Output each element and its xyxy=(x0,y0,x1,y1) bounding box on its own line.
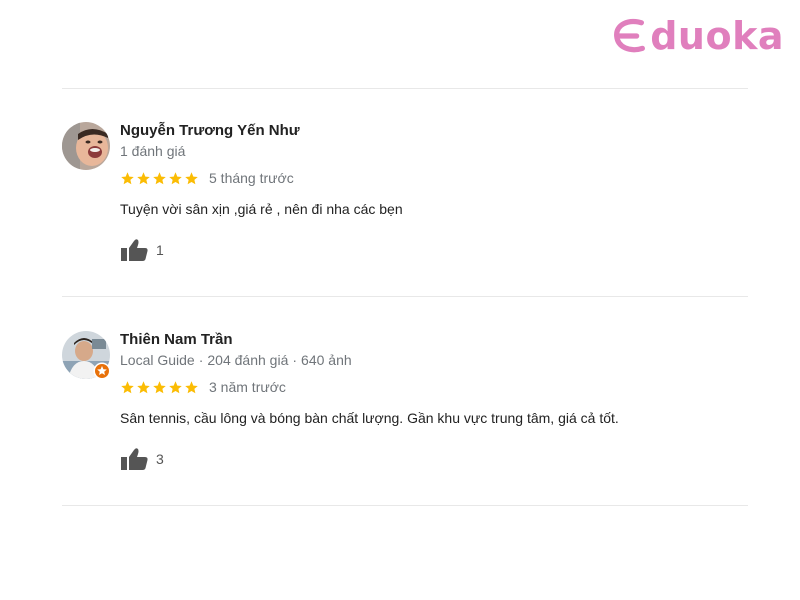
reviewer-avatar[interactable] xyxy=(62,122,110,170)
thumbs-up-icon[interactable] xyxy=(120,447,148,471)
review-body: Thiên Nam Trần Local Guide · 204 đánh giá ·… xyxy=(120,331,740,471)
reviewer-name[interactable]: Thiên Nam Trần xyxy=(120,331,740,349)
star-icon xyxy=(137,171,150,184)
rating-row: 3 năm trước xyxy=(120,379,740,395)
thumbs-up-icon[interactable] xyxy=(120,238,148,262)
divider xyxy=(62,296,748,297)
review-body: Nguyễn Trương Yến Như 1 đánh giá 5 tháng… xyxy=(120,122,740,262)
reviewer-meta: Local Guide · 204 đánh giá · 640 ảnh xyxy=(120,351,740,369)
reviewer-avatar[interactable] xyxy=(62,331,111,380)
review-time: 5 tháng trước xyxy=(209,170,294,186)
meta-separator: · xyxy=(292,352,298,368)
review-text: Tuyện vời sân xịn ,giá rẻ , nên đi nha c… xyxy=(120,201,403,217)
star-rating xyxy=(120,171,200,186)
star-icon xyxy=(185,171,198,184)
logo-text: duoka xyxy=(650,14,784,58)
review-count: 1 đánh giá xyxy=(120,143,186,159)
like-count: 1 xyxy=(156,242,164,258)
local-guide-label: Local Guide xyxy=(120,352,195,368)
star-rating xyxy=(120,380,200,395)
like-row: 3 xyxy=(120,447,740,471)
eduoka-logo: duoka xyxy=(611,14,784,58)
star-icon xyxy=(121,171,134,184)
review-time: 3 năm trước xyxy=(209,379,286,395)
like-row: 1 xyxy=(120,238,740,262)
star-icon xyxy=(169,171,182,184)
star-icon xyxy=(153,171,166,184)
star-icon xyxy=(185,380,198,393)
star-icon xyxy=(137,380,150,393)
eduoka-e-logo-icon xyxy=(614,18,646,53)
review-text: Sân tennis, cầu lông và bóng bàn chất lư… xyxy=(120,410,619,426)
meta-separator: · xyxy=(198,352,204,368)
review-count: 204 đánh giá xyxy=(207,352,289,368)
star-icon xyxy=(121,380,134,393)
reviewer-meta: 1 đánh giá xyxy=(120,142,740,160)
photo-count: 640 ảnh xyxy=(301,352,352,368)
star-icon xyxy=(153,380,166,393)
divider xyxy=(62,505,748,506)
divider xyxy=(62,88,748,89)
user-avatar-photo-icon xyxy=(62,122,110,170)
reviewer-name[interactable]: Nguyễn Trương Yến Như xyxy=(120,122,740,140)
rating-row: 5 tháng trước xyxy=(120,170,740,186)
reviews-page: duoka Nguyễn Trương Yến Như 1 đánh giá 5… xyxy=(0,0,800,600)
local-guide-badge-icon xyxy=(93,362,111,380)
star-icon xyxy=(169,380,182,393)
like-count: 3 xyxy=(156,451,164,467)
